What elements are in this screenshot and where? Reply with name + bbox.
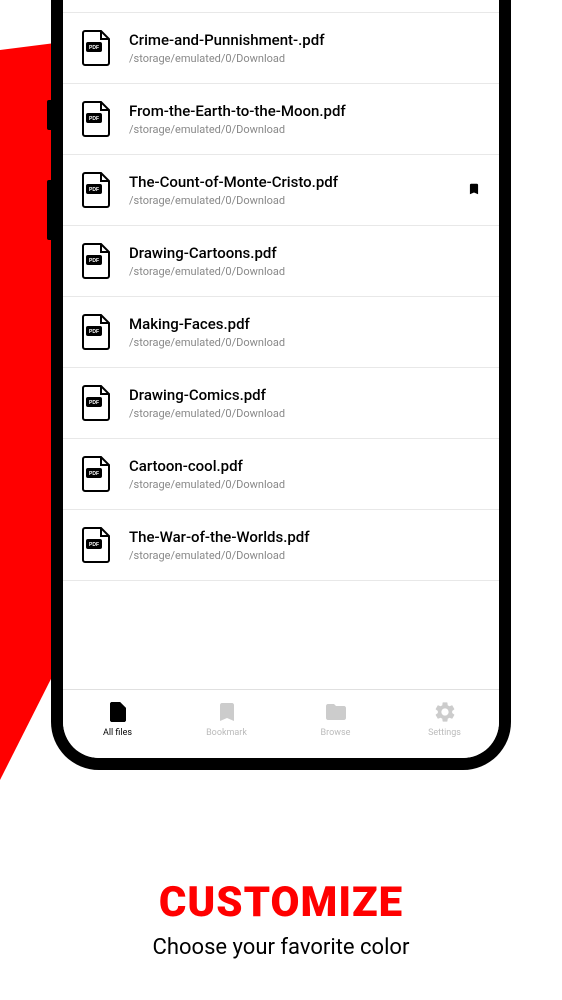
file-path: /storage/emulated/0/Download — [129, 478, 481, 491]
pdf-file-icon: PDF — [81, 171, 113, 209]
phone-mockup-frame: PDF Anthem.pdf /storage/emulated/0/Downl… — [51, 0, 511, 770]
file-info: Drawing-Comics.pdf /storage/emulated/0/D… — [129, 386, 481, 420]
pdf-file-icon: PDF — [81, 313, 113, 351]
nav-all-files-label: All files — [103, 728, 132, 738]
file-item[interactable]: PDF Cartoon-cool.pdf /storage/emulated/0… — [63, 439, 499, 510]
file-icon — [106, 700, 130, 724]
file-name: From-the-Earth-to-the-Moon.pdf — [129, 102, 481, 120]
file-item[interactable]: PDF The-Count-of-Monte-Cristo.pdf /stora… — [63, 155, 499, 226]
file-item[interactable]: PDF The-War-of-the-Worlds.pdf /storage/e… — [63, 510, 499, 581]
bookmark-icon — [215, 700, 239, 724]
file-name: Making-Faces.pdf — [129, 315, 481, 333]
file-name: The-Count-of-Monte-Cristo.pdf — [129, 173, 459, 191]
file-path: /storage/emulated/0/Download — [129, 265, 481, 278]
nav-browse-label: Browse — [321, 728, 351, 738]
file-name: Drawing-Cartoons.pdf — [129, 244, 481, 262]
svg-text:PDF: PDF — [89, 329, 99, 335]
svg-text:PDF: PDF — [89, 116, 99, 122]
bottom-navigation: All files Bookmark Browse Settings — [63, 689, 499, 758]
file-name: The-War-of-the-Worlds.pdf — [129, 528, 481, 546]
svg-text:PDF: PDF — [89, 45, 99, 51]
svg-text:PDF: PDF — [89, 187, 99, 193]
file-path: /storage/emulated/0/Download — [129, 52, 481, 65]
phone-volume-button — [47, 100, 51, 130]
pdf-file-icon: PDF — [81, 526, 113, 564]
bookmark-badge-icon — [467, 181, 481, 199]
file-item[interactable]: PDF Drawing-Comics.pdf /storage/emulated… — [63, 368, 499, 439]
phone-power-button — [47, 180, 51, 240]
folder-icon — [324, 700, 348, 724]
file-item[interactable]: PDF Anthem.pdf /storage/emulated/0/Downl… — [63, 0, 499, 13]
file-info: Cartoon-cool.pdf /storage/emulated/0/Dow… — [129, 457, 481, 491]
file-item[interactable]: PDF Making-Faces.pdf /storage/emulated/0… — [63, 297, 499, 368]
promo-section: CUSTOMIZE Choose your favorite color — [0, 878, 562, 960]
svg-text:PDF: PDF — [89, 400, 99, 406]
file-info: From-the-Earth-to-the-Moon.pdf /storage/… — [129, 102, 481, 136]
svg-text:PDF: PDF — [89, 258, 99, 264]
file-name: Crime-and-Punnishment-.pdf — [129, 31, 481, 49]
phone-screen: PDF Anthem.pdf /storage/emulated/0/Downl… — [63, 0, 499, 758]
pdf-file-icon: PDF — [81, 384, 113, 422]
file-path: /storage/emulated/0/Download — [129, 336, 481, 349]
file-item[interactable]: PDF Drawing-Cartoons.pdf /storage/emulat… — [63, 226, 499, 297]
file-item[interactable]: PDF From-the-Earth-to-the-Moon.pdf /stor… — [63, 84, 499, 155]
svg-text:PDF: PDF — [89, 471, 99, 477]
file-item[interactable]: PDF Crime-and-Punnishment-.pdf /storage/… — [63, 13, 499, 84]
promo-title: CUSTOMIZE — [0, 878, 562, 927]
nav-settings-label: Settings — [428, 728, 461, 738]
file-info: Crime-and-Punnishment-.pdf /storage/emul… — [129, 31, 481, 65]
svg-text:PDF: PDF — [89, 542, 99, 548]
file-path: /storage/emulated/0/Download — [129, 194, 459, 207]
pdf-file-icon: PDF — [81, 242, 113, 280]
promo-subtitle: Choose your favorite color — [0, 935, 562, 960]
pdf-file-icon: PDF — [81, 29, 113, 67]
file-path: /storage/emulated/0/Download — [129, 549, 481, 562]
file-path: /storage/emulated/0/Download — [129, 407, 481, 420]
file-list[interactable]: PDF Anthem.pdf /storage/emulated/0/Downl… — [63, 0, 499, 689]
file-info: The-Count-of-Monte-Cristo.pdf /storage/e… — [129, 173, 459, 207]
file-info: Drawing-Cartoons.pdf /storage/emulated/0… — [129, 244, 481, 278]
file-path: /storage/emulated/0/Download — [129, 123, 481, 136]
pdf-file-icon: PDF — [81, 455, 113, 493]
gear-icon — [433, 700, 457, 724]
file-name: Cartoon-cool.pdf — [129, 457, 481, 475]
file-info: The-War-of-the-Worlds.pdf /storage/emula… — [129, 528, 481, 562]
nav-all-files[interactable]: All files — [88, 700, 148, 738]
pdf-file-icon: PDF — [81, 100, 113, 138]
file-name: Drawing-Comics.pdf — [129, 386, 481, 404]
nav-bookmark-label: Bookmark — [206, 728, 247, 738]
file-info: Making-Faces.pdf /storage/emulated/0/Dow… — [129, 315, 481, 349]
nav-browse[interactable]: Browse — [306, 700, 366, 738]
nav-settings[interactable]: Settings — [415, 700, 475, 738]
nav-bookmark[interactable]: Bookmark — [197, 700, 257, 738]
